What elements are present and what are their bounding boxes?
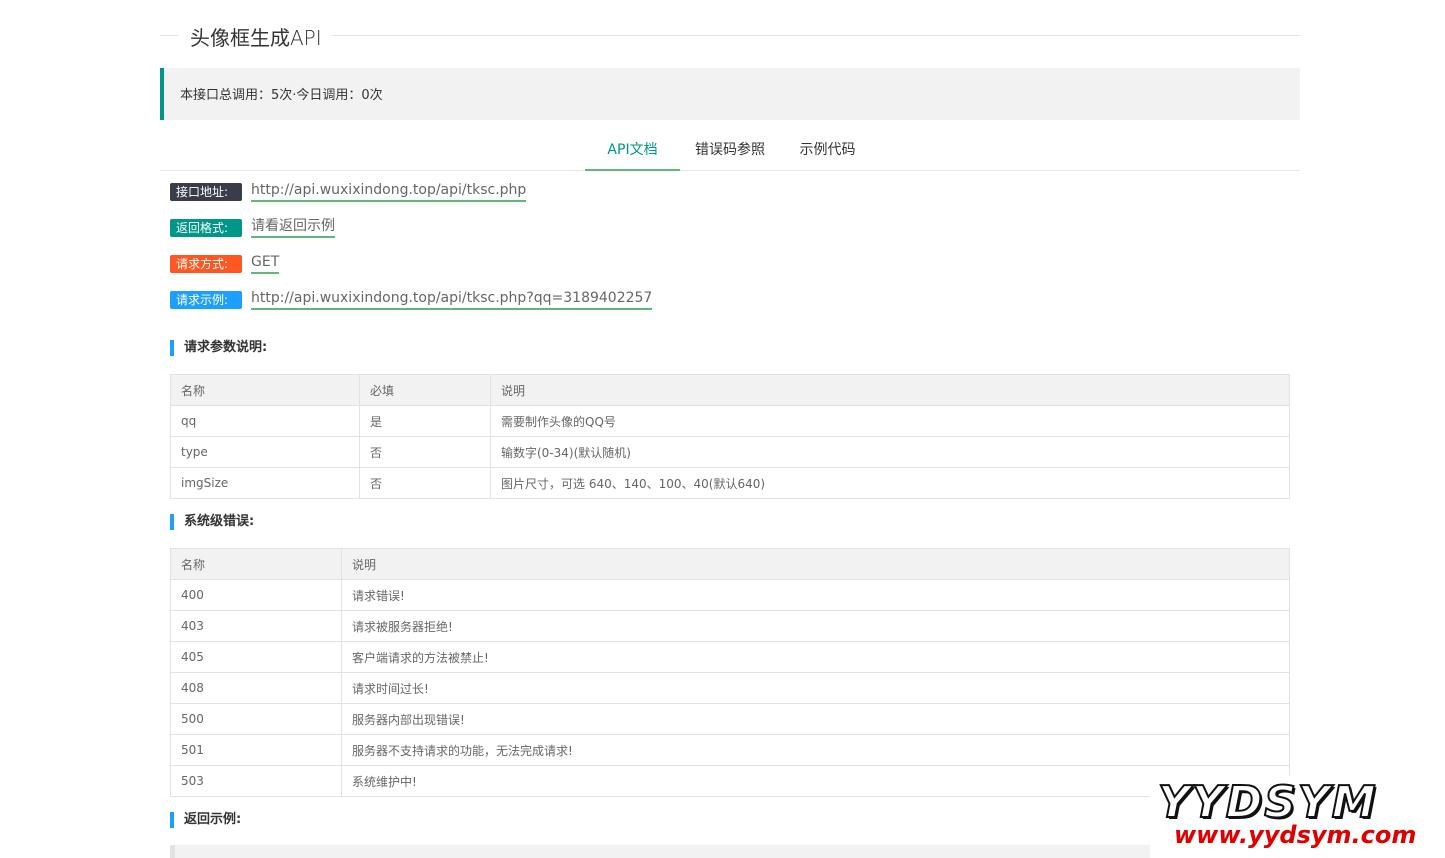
table-row: 400 请求错误! xyxy=(170,579,1290,611)
table-cell: 否 xyxy=(359,467,491,499)
title-divider-left xyxy=(160,35,178,36)
table-cell: 需要制作头像的QQ号 xyxy=(490,405,1290,437)
table-cell: 客户端请求的方法被禁止! xyxy=(341,641,1290,673)
return-example-code xyxy=(170,845,1290,858)
errors-heading: 系统级错误: xyxy=(170,514,254,530)
address-badge: 接口地址: xyxy=(170,183,242,201)
table-cell: 系统维护中! xyxy=(341,765,1290,797)
method-badge: 请求方式: xyxy=(170,255,242,273)
column-header: 必填 xyxy=(359,374,491,406)
table-row: qq 是 需要制作头像的QQ号 xyxy=(170,405,1290,437)
tab-api-docs[interactable]: API文档 xyxy=(585,130,680,171)
column-header: 说明 xyxy=(341,548,1290,580)
errors-table: 名称 说明 400 请求错误! 403 请求被服务器拒绝! 405 客户端请求的… xyxy=(170,548,1290,797)
table-cell: 图片尺寸，可选 640、140、100、40(默认640) xyxy=(490,467,1290,499)
format-badge: 返回格式: xyxy=(170,219,242,237)
tab-error-codes[interactable]: 错误码参照 xyxy=(685,130,775,171)
params-table: 名称 必填 说明 qq 是 需要制作头像的QQ号 type 否 输数字(0-34… xyxy=(170,374,1290,499)
table-header-row: 名称 说明 xyxy=(170,548,1290,580)
table-cell: 是 xyxy=(359,405,491,437)
main-container: 头像框生成API 本接口总调用：5次·今日调用：0次 API文档 错误码参照 示… xyxy=(160,0,1300,858)
call-stats-box: 本接口总调用：5次·今日调用：0次 xyxy=(160,68,1300,120)
table-row: 405 客户端请求的方法被禁止! xyxy=(170,641,1290,673)
table-row: type 否 输数字(0-34)(默认随机) xyxy=(170,436,1290,468)
table-cell: 501 xyxy=(170,734,342,766)
table-cell: 请求错误! xyxy=(341,579,1290,611)
column-header: 名称 xyxy=(170,548,342,580)
table-cell: 503 xyxy=(170,765,342,797)
format-link[interactable]: 请看返回示例 xyxy=(251,217,335,238)
table-header-row: 名称 必填 说明 xyxy=(170,374,1290,406)
table-cell: 服务器不支持请求的功能，无法完成请求! xyxy=(341,734,1290,766)
column-header: 名称 xyxy=(170,374,360,406)
table-cell: 500 xyxy=(170,703,342,735)
table-row: 408 请求时间过长! xyxy=(170,672,1290,704)
example-badge: 请求示例: xyxy=(170,291,242,309)
table-cell: 403 xyxy=(170,610,342,642)
tab-bar: API文档 错误码参照 示例代码 xyxy=(160,130,1300,171)
table-cell: 输数字(0-34)(默认随机) xyxy=(490,436,1290,468)
watermark-url: www.yydsym.com xyxy=(1174,821,1417,849)
title-row: 头像框生成API xyxy=(160,0,1300,70)
column-header: 说明 xyxy=(490,374,1290,406)
table-cell: type xyxy=(170,436,360,468)
title-divider-right xyxy=(332,35,1300,36)
table-cell: 请求时间过长! xyxy=(341,672,1290,704)
example-link[interactable]: http://api.wuxixindong.top/api/tksc.php?… xyxy=(251,289,653,310)
table-cell: 408 xyxy=(170,672,342,704)
method-link[interactable]: GET xyxy=(251,253,280,274)
table-row: 501 服务器不支持请求的功能，无法完成请求! xyxy=(170,734,1290,766)
table-row: 403 请求被服务器拒绝! xyxy=(170,610,1290,642)
return-example-heading: 返回示例: xyxy=(170,812,241,828)
page-title: 头像框生成API xyxy=(190,26,322,50)
table-row: imgSize 否 图片尺寸，可选 640、140、100、40(默认640) xyxy=(170,467,1290,499)
table-cell: 否 xyxy=(359,436,491,468)
table-cell: imgSize xyxy=(170,467,360,499)
table-row: 500 服务器内部出现错误! xyxy=(170,703,1290,735)
table-row: 503 系统维护中! xyxy=(170,765,1290,797)
call-stats-text: 本接口总调用：5次·今日调用：0次 xyxy=(180,88,383,103)
table-cell: 405 xyxy=(170,641,342,673)
table-cell: 400 xyxy=(170,579,342,611)
table-cell: 服务器内部出现错误! xyxy=(341,703,1290,735)
table-cell: 请求被服务器拒绝! xyxy=(341,610,1290,642)
params-heading: 请求参数说明: xyxy=(170,340,267,356)
address-link[interactable]: http://api.wuxixindong.top/api/tksc.php xyxy=(251,181,527,202)
table-cell: qq xyxy=(170,405,360,437)
tab-sample-code[interactable]: 示例代码 xyxy=(785,130,870,171)
watermark-logo: YYDSYM www.yydsym.com xyxy=(1150,775,1445,858)
